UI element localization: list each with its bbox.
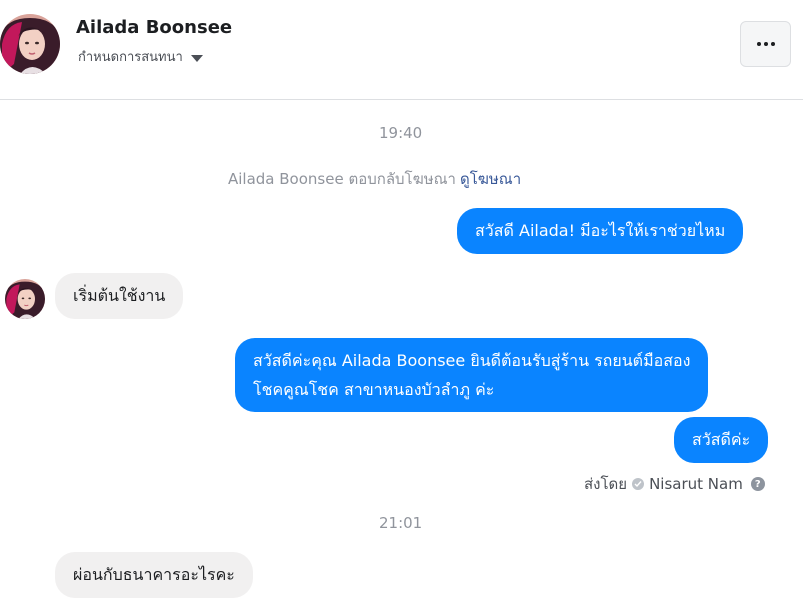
help-icon[interactable]: ? bbox=[750, 477, 765, 491]
outgoing-message[interactable]: สวัสดีค่ะ bbox=[674, 417, 769, 463]
more-horizontal-icon bbox=[756, 42, 761, 46]
conversation-schedule-dropdown[interactable]: กำหนดการสนทนา bbox=[78, 46, 203, 67]
incoming-message[interactable]: ผ่อนกับธนาคารอะไรคะ bbox=[55, 552, 253, 598]
message-line: โชคคูณโชค สาขาหนองบัวลำภู ค่ะ bbox=[253, 380, 495, 399]
timestamp: 19:40 bbox=[379, 124, 423, 142]
view-ad-link[interactable]: ดูโฆษณา bbox=[460, 170, 521, 188]
incoming-message[interactable]: เริ่มต้นใช้งาน bbox=[55, 273, 184, 319]
outgoing-message[interactable]: สวัสดีค่ะคุณ Ailada Boonsee ยินดีต้อนรับ… bbox=[235, 338, 709, 412]
message-line: สวัสดีค่ะคุณ Ailada Boonsee ยินดีต้อนรับ… bbox=[253, 351, 691, 370]
check-icon bbox=[632, 478, 645, 490]
sent-by-info: ส่งโดย Nisarut Nam ? bbox=[584, 472, 765, 496]
outgoing-message[interactable]: สวัสดี Ailada! มีอะไรให้เราช่วยไหม bbox=[457, 208, 744, 254]
more-options-button[interactable] bbox=[740, 21, 791, 67]
conversation-header: Ailada Boonsee กำหนดการสนทนา bbox=[0, 0, 803, 100]
conversation-schedule-label: กำหนดการสนทนา bbox=[78, 50, 183, 65]
ad-reply-notice: Ailada Boonsee ตอบกลับโฆษณา ดูโฆษณา bbox=[228, 167, 521, 191]
timestamp: 21:01 bbox=[379, 514, 423, 532]
sent-by-label: ส่งโดย bbox=[584, 475, 628, 493]
contact-avatar-small[interactable] bbox=[5, 279, 45, 319]
contact-name[interactable]: Ailada Boonsee bbox=[76, 17, 232, 38]
caret-down-icon bbox=[190, 54, 203, 62]
sender-name[interactable]: Nisarut Nam bbox=[649, 475, 743, 493]
ad-reply-text: Ailada Boonsee ตอบกลับโฆษณา bbox=[228, 170, 456, 188]
contact-avatar[interactable] bbox=[0, 14, 60, 74]
